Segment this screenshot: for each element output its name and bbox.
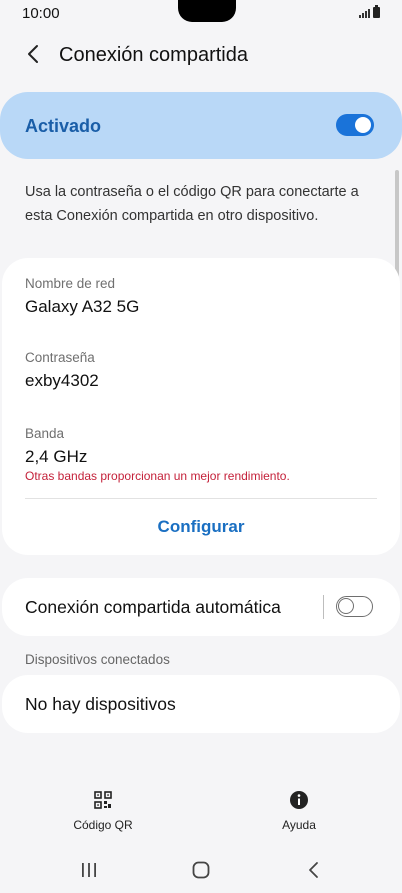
help-button[interactable]: Ayuda: [239, 790, 359, 832]
qr-code-label: Código QR: [73, 818, 133, 832]
status-icons: [359, 5, 380, 18]
vertical-divider: [323, 595, 324, 619]
hotspot-description: Usa la contraseña o el código QR para co…: [25, 184, 359, 224]
auto-hotspot-label: Conexión compartida automática: [25, 597, 281, 617]
master-switch-label: Activado: [25, 116, 102, 136]
password-label: Contraseña: [25, 350, 95, 365]
back-icon[interactable]: [304, 860, 324, 880]
toggle-knob: [355, 117, 371, 133]
home-icon[interactable]: [191, 860, 211, 880]
network-name-label: Nombre de red: [25, 276, 116, 291]
info-icon: [290, 791, 308, 809]
camera-notch: [178, 0, 236, 22]
recents-icon[interactable]: [79, 860, 99, 880]
band-label: Banda: [25, 426, 65, 441]
master-toggle[interactable]: [336, 114, 374, 136]
status-bar: 10:00: [0, 0, 402, 28]
toggle-knob: [338, 598, 354, 614]
connected-devices-list: No hay dispositivos: [2, 675, 400, 733]
no-devices-text: No hay dispositivos: [25, 694, 176, 714]
master-switch-bar[interactable]: Activado: [0, 92, 402, 159]
password-value[interactable]: exby4302: [25, 371, 99, 391]
auto-hotspot-row[interactable]: Conexión compartida automática: [2, 578, 400, 636]
network-name-value[interactable]: Galaxy A32 5G: [25, 297, 139, 317]
band-value[interactable]: 2,4 GHz: [25, 447, 87, 467]
screen: 10:00 Conexión compartida Activado Usa l…: [0, 0, 402, 893]
qr-code-button[interactable]: Código QR: [43, 790, 163, 832]
auto-hotspot-toggle[interactable]: [336, 596, 373, 617]
divider: [25, 498, 377, 499]
configure-button[interactable]: Configurar: [2, 517, 400, 537]
help-label: Ayuda: [282, 818, 316, 832]
back-arrow-icon[interactable]: [22, 42, 46, 66]
signal-icon: [359, 9, 370, 18]
system-nav-bar: [0, 850, 402, 890]
app-header: Conexión compartida: [0, 34, 402, 78]
qr-code-icon: [94, 791, 112, 809]
band-warning: Otras bandas proporcionan un mejor rendi…: [25, 469, 290, 483]
page-title: Conexión compartida: [59, 44, 248, 66]
network-details-card: Nombre de red Galaxy A32 5G Contraseña e…: [2, 258, 400, 555]
connected-devices-header: Dispositivos conectados: [25, 652, 170, 667]
battery-icon: [373, 5, 380, 18]
status-time: 10:00: [22, 5, 60, 22]
